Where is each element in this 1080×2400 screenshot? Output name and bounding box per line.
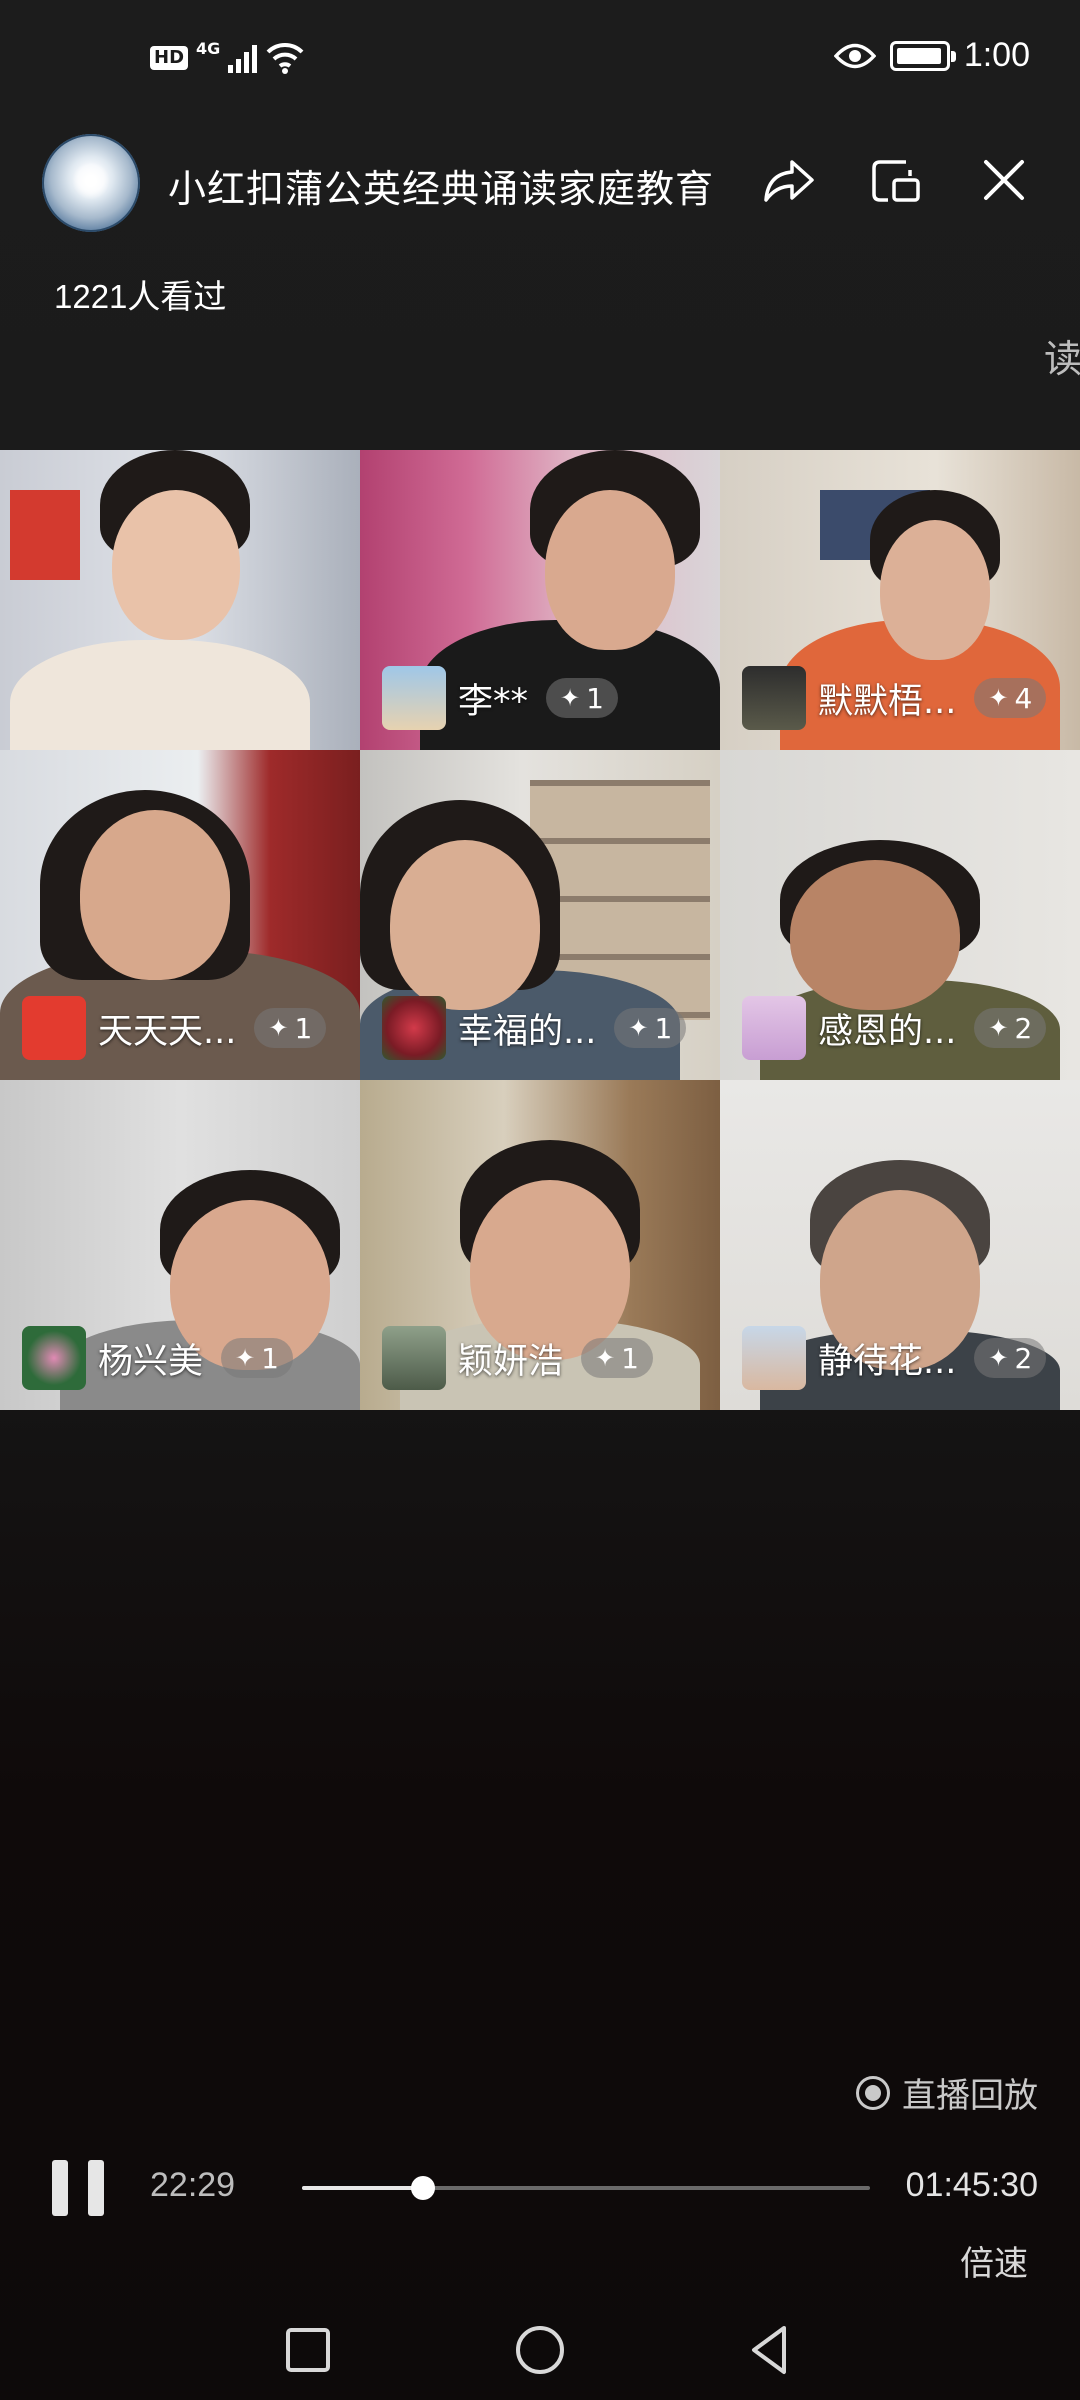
participant-name: 颖妍浩 — [458, 1341, 564, 1382]
participant-name: 李** — [458, 681, 529, 722]
home-button[interactable] — [510, 2320, 570, 2380]
hd-icon: HD — [150, 46, 189, 70]
video-tile[interactable]: 感恩的... ✦ 2 — [720, 750, 1080, 1080]
participant-name: 默默梧... — [818, 681, 957, 722]
sparkle-icon: ✦ — [988, 684, 1009, 712]
user-avatar — [382, 1326, 446, 1390]
sparkle-icon: ✦ — [268, 1014, 289, 1042]
user-avatar — [382, 666, 446, 730]
side-text-fragment: 读 — [1044, 337, 1080, 381]
participant-name: 感恩的... — [818, 1011, 957, 1052]
current-time: 22:29 — [150, 2166, 236, 2204]
share-icon[interactable] — [758, 150, 818, 210]
like-badge[interactable]: ✦ 1 — [581, 1338, 653, 1378]
progress-fill — [302, 2186, 423, 2190]
sparkle-icon: ✦ — [628, 1014, 649, 1042]
participant-name: 幸福的... — [458, 1011, 597, 1052]
like-badge[interactable]: ✦ 1 — [546, 678, 618, 718]
network-type: 4G — [196, 38, 221, 58]
like-badge[interactable]: ✦ 2 — [974, 1338, 1047, 1378]
video-tile[interactable] — [0, 450, 360, 750]
back-button[interactable] — [740, 2320, 800, 2380]
video-tile[interactable]: 静待花... ✦ 2 — [720, 1080, 1080, 1410]
total-duration: 01:45:30 — [905, 2166, 1038, 2204]
signal-icon — [228, 43, 258, 73]
live-replay-label: 直播回放 — [856, 2068, 1038, 2117]
sparkle-icon: ✦ — [595, 1344, 616, 1372]
channel-title: 小红扣蒲公英经典诵读家庭教育 — [168, 167, 715, 211]
battery-icon — [889, 40, 956, 71]
progress-slider[interactable] — [302, 2176, 870, 2200]
participant-name: 杨兴美 — [98, 1341, 204, 1382]
user-avatar — [22, 1326, 86, 1390]
video-grid: 李** ✦ 1 默默梧... ✦ 4 天天天... ✦ 1 幸福的... ✦ 1… — [0, 450, 1080, 1410]
playback-speed-button[interactable]: 倍速 — [960, 2236, 1028, 2285]
sparkle-icon: ✦ — [235, 1344, 256, 1372]
wall-decoration — [10, 490, 80, 580]
wifi-icon — [266, 42, 304, 74]
like-badge[interactable]: ✦ 1 — [221, 1338, 293, 1378]
user-avatar — [382, 996, 446, 1060]
user-avatar — [742, 996, 806, 1060]
sparkle-icon: ✦ — [988, 1344, 1009, 1372]
video-tile[interactable]: 颖妍浩 ✦ 1 — [360, 1080, 720, 1410]
status-bar: HD 4G 1:00 — [0, 0, 1080, 120]
pause-button[interactable] — [52, 2160, 104, 2216]
participant-name: 静待花... — [818, 1341, 957, 1382]
system-nav-bar — [0, 2300, 1080, 2400]
viewer-count: 1221人看过 — [54, 278, 227, 315]
video-tile[interactable]: 默默梧... ✦ 4 — [720, 450, 1080, 750]
video-tile[interactable]: 天天天... ✦ 1 — [0, 750, 360, 1080]
record-icon — [856, 2075, 890, 2110]
user-avatar — [22, 996, 86, 1060]
video-tile[interactable]: 李** ✦ 1 — [360, 450, 720, 750]
progress-handle[interactable] — [410, 2176, 435, 2200]
like-badge[interactable]: ✦ 4 — [974, 678, 1047, 718]
float-window-icon[interactable] — [866, 150, 926, 210]
user-avatar — [742, 1326, 806, 1390]
video-tile[interactable]: 杨兴美 ✦ 1 — [0, 1080, 360, 1410]
like-badge[interactable]: ✦ 1 — [614, 1008, 687, 1048]
sparkle-icon: ✦ — [988, 1014, 1009, 1042]
sparkle-icon: ✦ — [560, 684, 581, 712]
recent-apps-button[interactable] — [278, 2320, 338, 2380]
like-badge[interactable]: ✦ 1 — [254, 1008, 327, 1048]
close-icon[interactable] — [974, 150, 1034, 210]
clock: 1:00 — [963, 36, 1030, 74]
video-tile[interactable]: 幸福的... ✦ 1 — [360, 750, 720, 1080]
eye-comfort-icon — [833, 43, 876, 68]
channel-avatar[interactable] — [42, 134, 140, 232]
like-badge[interactable]: ✦ 2 — [974, 1008, 1047, 1048]
participant-name: 天天天... — [98, 1011, 237, 1052]
user-avatar — [742, 666, 806, 730]
